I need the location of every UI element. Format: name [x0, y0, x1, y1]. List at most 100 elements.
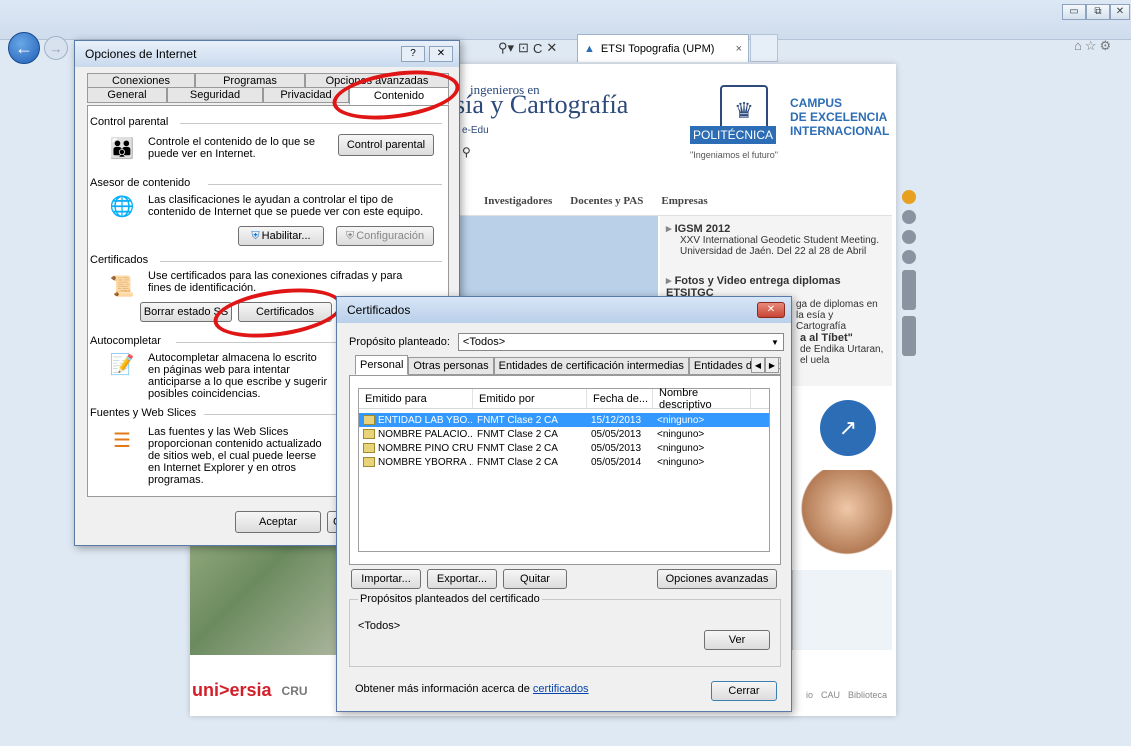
certificate-icon: 📜: [109, 275, 135, 298]
nav-empresas[interactable]: Empresas: [661, 195, 707, 207]
tab-otras-personas[interactable]: Otras personas: [408, 357, 494, 375]
exportar-button[interactable]: Exportar...: [427, 569, 497, 589]
tab-scroll-arrows: ◀ ▶: [751, 357, 779, 373]
footer-link[interactable]: io: [806, 690, 813, 700]
certificados-link[interactable]: certificados: [533, 683, 589, 695]
browser-tab[interactable]: ▲ ETSI Topografia (UPM) ×: [577, 34, 749, 62]
table-row[interactable]: NOMBRE PALACIO... FNMT Clase 2 CA 05/05/…: [359, 427, 769, 441]
column-header[interactable]: Emitido para: [359, 389, 473, 408]
help-button[interactable]: ?: [401, 46, 425, 62]
universia-logo[interactable]: uni>ersia CRU: [192, 680, 308, 701]
autocompletar-text: Autocompletar almacena lo escrito en pág…: [148, 352, 328, 400]
column-header[interactable]: Emitido por: [473, 389, 587, 408]
column-header[interactable]: Nombre descriptivo: [653, 387, 751, 411]
cerrar-button[interactable]: Cerrar: [711, 681, 777, 701]
site-favicon-icon: ▲: [584, 42, 595, 55]
ver-button[interactable]: Ver: [704, 630, 770, 650]
forward-arrow-icon[interactable]: →: [44, 36, 68, 60]
campus-line: DE EXCELENCIA: [790, 110, 888, 124]
propositos-group: Propósitos planteados del certificado <T…: [349, 593, 781, 667]
tab-seguridad[interactable]: Seguridad: [167, 87, 263, 103]
maximize-button[interactable]: ⧉: [1086, 4, 1110, 20]
refresh-icon[interactable]: C: [533, 41, 542, 56]
monitor-icon[interactable]: ↗: [820, 400, 876, 456]
table-header: Emitido para Emitido por Fecha de... Nom…: [359, 387, 769, 411]
chevron-right-icon[interactable]: ▶: [765, 357, 779, 373]
group-label: Certificados: [90, 254, 149, 266]
quitar-button[interactable]: Quitar: [503, 569, 567, 589]
minimize-button[interactable]: ▭: [1062, 4, 1086, 20]
certificates-table: Emitido para Emitido por Fecha de... Nom…: [358, 387, 770, 552]
control-parental-text: Controle el contenido de lo que se puede…: [148, 136, 315, 160]
habilitar-button[interactable]: ⛨ Habilitar...: [238, 226, 324, 246]
importar-button[interactable]: Importar...: [351, 569, 421, 589]
site-nav: Investigadores Docentes y PAS Empresas: [458, 186, 892, 216]
certificate-icon: [363, 428, 375, 439]
table-row[interactable]: NOMBRE YBORRA ... FNMT Clase 2 CA 05/05/…: [359, 455, 769, 469]
search-icon[interactable]: ⚲: [462, 145, 471, 159]
edu-link[interactable]: e-Edu: [462, 125, 489, 136]
close-icon[interactable]: ✕: [429, 46, 453, 62]
dialog-title: Certificados: [337, 297, 791, 323]
home-favorites-tools-icons[interactable]: ⌂☆⚙: [1074, 38, 1114, 54]
feeds-icon: ☰: [113, 429, 131, 452]
cru-logo: CRU: [281, 683, 308, 698]
certificate-icon: [363, 456, 375, 467]
fuentes-text: Las fuentes y las Web Slices proporciona…: [148, 426, 322, 486]
certificados-dialog: Certificados ✕ Propósito planteado: <Tod…: [336, 296, 792, 712]
group-label: Control parental: [90, 116, 169, 128]
address-bar-tools: ⚲▾ ⊡ C ✕: [498, 38, 576, 58]
globe-icon[interactable]: [902, 210, 916, 224]
p-icon[interactable]: [902, 230, 916, 244]
browser-title-bar: [0, 0, 1131, 40]
checklist-image: [792, 570, 892, 650]
new-tab-button[interactable]: [750, 34, 778, 62]
v-icon[interactable]: [902, 250, 916, 264]
tab-close-icon[interactable]: ×: [736, 43, 742, 55]
tab-personal[interactable]: Personal: [355, 355, 409, 375]
woman-photo: [800, 470, 894, 566]
table-row[interactable]: ENTIDAD LAB YBO... FNMT Clase 2 CA 15/12…: [359, 413, 769, 427]
group-label: Autocompletar: [90, 335, 161, 347]
aceptar-button[interactable]: Aceptar: [235, 511, 321, 533]
globe-star-icon: 🌐: [109, 195, 135, 218]
personal-panel: Emitido para Emitido por Fecha de... Nom…: [349, 375, 781, 565]
tab-entidades-intermedias[interactable]: Entidades de certificación intermedias: [493, 357, 689, 375]
compat-view-icon[interactable]: ⊡: [518, 40, 529, 56]
chevron-down-icon: ▼: [771, 337, 779, 347]
group-label: Asesor de contenido: [90, 177, 191, 189]
upm-icon[interactable]: [902, 316, 916, 356]
column-header[interactable]: Fecha de...: [587, 389, 653, 408]
configuracion-button: ⛨ Configuración: [336, 226, 434, 246]
nav-investigadores[interactable]: Investigadores: [484, 195, 552, 207]
proposito-select[interactable]: <Todos> ▼: [457, 333, 784, 351]
nav-docentes[interactable]: Docentes y PAS: [570, 195, 643, 207]
ingeniamos-slogan: "Ingeniamos el futuro": [690, 150, 778, 160]
control-parental-button[interactable]: Control parental: [338, 134, 434, 156]
politecnica-logo: POLITÉCNICA: [690, 126, 776, 144]
group-label: Fuentes y Web Slices: [90, 407, 197, 419]
news-body: XXV International Geodetic Student Meeti…: [680, 235, 880, 257]
campus-line: CAMPUS: [790, 96, 843, 110]
campus-line: INTERNACIONAL: [790, 124, 890, 138]
table-row[interactable]: NOMBRE PINO CRU... FNMT Clase 2 CA 05/05…: [359, 441, 769, 455]
opciones-avanzadas-button[interactable]: Opciones avanzadas: [657, 569, 777, 589]
students-photo: [190, 545, 336, 655]
info-text: Obtener más información acerca de certif…: [355, 683, 589, 695]
footer-link[interactable]: CAU: [821, 690, 840, 700]
tab-general[interactable]: General: [87, 87, 167, 103]
close-icon[interactable]: ✕: [757, 302, 785, 318]
window-close-button[interactable]: ✕: [1110, 4, 1130, 20]
campus-excelencia-logo: CAMPUS DE EXCELENCIA INTERNACIONAL: [790, 96, 889, 138]
news-headline[interactable]: ▸ IGSM 2012: [666, 222, 886, 235]
share-icon[interactable]: [902, 190, 916, 204]
footer-link[interactable]: Biblioteca: [848, 690, 887, 700]
stop-icon[interactable]: ✕: [546, 40, 557, 56]
search-dropdown-icon[interactable]: ⚲▾: [498, 40, 514, 56]
adu-icon[interactable]: [902, 270, 916, 310]
autocomplete-icon: 📝: [109, 353, 135, 376]
asesor-text: Las clasificaciones le ayudan a controla…: [148, 194, 424, 218]
chevron-left-icon[interactable]: ◀: [751, 357, 765, 373]
back-arrow-icon[interactable]: ←: [8, 32, 40, 64]
footer-links: io CAU Biblioteca: [806, 690, 887, 700]
